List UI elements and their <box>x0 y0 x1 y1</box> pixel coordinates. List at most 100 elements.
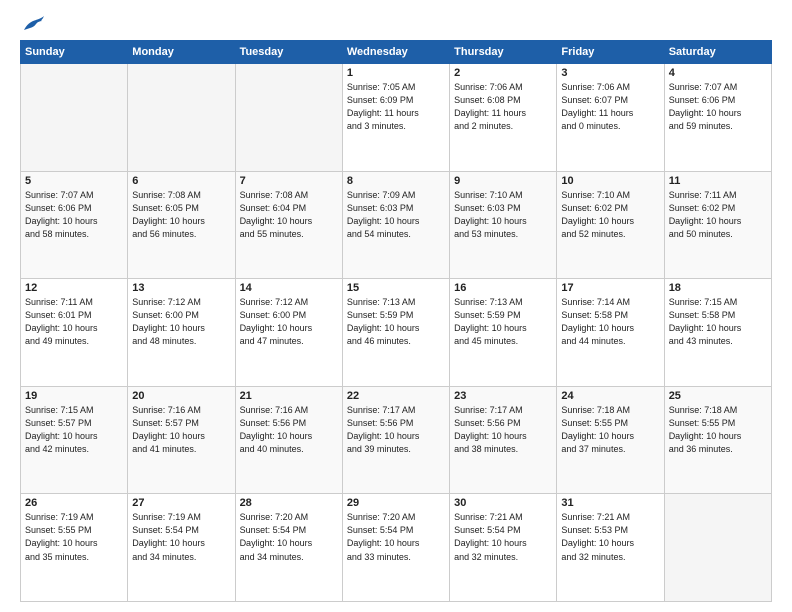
day-number: 6 <box>132 175 230 187</box>
calendar-day-header: Friday <box>557 41 664 64</box>
day-number: 21 <box>240 390 338 402</box>
calendar-week-row: 5 Sunrise: 7:07 AM Sunset: 6:06 PM Daylig… <box>21 171 772 279</box>
logo <box>20 16 44 34</box>
day-info: Sunrise: 7:19 AM Sunset: 5:54 PM Dayligh… <box>132 511 230 563</box>
calendar-cell: 16 Sunrise: 7:13 AM Sunset: 5:59 PM Dayli… <box>450 279 557 387</box>
day-info: Sunrise: 7:08 AM Sunset: 6:04 PM Dayligh… <box>240 189 338 241</box>
calendar-cell: 30 Sunrise: 7:21 AM Sunset: 5:54 PM Dayli… <box>450 494 557 602</box>
day-info: Sunrise: 7:12 AM Sunset: 6:00 PM Dayligh… <box>240 296 338 348</box>
calendar-cell <box>235 64 342 172</box>
calendar-cell <box>128 64 235 172</box>
day-number: 31 <box>561 497 659 509</box>
calendar-day-header: Saturday <box>664 41 771 64</box>
day-number: 13 <box>132 282 230 294</box>
calendar-cell: 19 Sunrise: 7:15 AM Sunset: 5:57 PM Dayli… <box>21 386 128 494</box>
day-info: Sunrise: 7:14 AM Sunset: 5:58 PM Dayligh… <box>561 296 659 348</box>
calendar-cell: 14Sunrise: 7:12 AM Sunset: 6:00 PM Dayli… <box>235 279 342 387</box>
day-number: 27 <box>132 497 230 509</box>
day-info: Sunrise: 7:10 AM Sunset: 6:03 PM Dayligh… <box>454 189 552 241</box>
calendar-cell: 2 Sunrise: 7:06 AM Sunset: 6:08 PM Daylig… <box>450 64 557 172</box>
day-info: Sunrise: 7:16 AM Sunset: 5:57 PM Dayligh… <box>132 404 230 456</box>
calendar-cell: 1 Sunrise: 7:05 AM Sunset: 6:09 PM Daylig… <box>342 64 449 172</box>
day-info: Sunrise: 7:11 AM Sunset: 6:01 PM Dayligh… <box>25 296 123 348</box>
day-number: 24 <box>561 390 659 402</box>
day-number: 8 <box>347 175 445 187</box>
day-number: 1 <box>347 67 445 79</box>
day-number: 3 <box>561 67 659 79</box>
day-info: Sunrise: 7:06 AM Sunset: 6:08 PM Dayligh… <box>454 81 552 133</box>
page: SundayMondayTuesdayWednesdayThursdayFrid… <box>0 0 792 612</box>
calendar-day-header: Sunday <box>21 41 128 64</box>
day-number: 30 <box>454 497 552 509</box>
calendar-week-row: 26 Sunrise: 7:19 AM Sunset: 5:55 PM Dayli… <box>21 494 772 602</box>
calendar-cell: 27 Sunrise: 7:19 AM Sunset: 5:54 PM Dayli… <box>128 494 235 602</box>
day-info: Sunrise: 7:07 AM Sunset: 6:06 PM Dayligh… <box>669 81 767 133</box>
day-info: Sunrise: 7:05 AM Sunset: 6:09 PM Dayligh… <box>347 81 445 133</box>
calendar-cell: 3 Sunrise: 7:06 AM Sunset: 6:07 PM Daylig… <box>557 64 664 172</box>
calendar-cell: 10 Sunrise: 7:10 AM Sunset: 6:02 PM Dayli… <box>557 171 664 279</box>
day-number: 5 <box>25 175 123 187</box>
calendar-cell <box>664 494 771 602</box>
day-number: 28 <box>240 497 338 509</box>
day-info: Sunrise: 7:17 AM Sunset: 5:56 PM Dayligh… <box>347 404 445 456</box>
day-info: Sunrise: 7:12 AM Sunset: 6:00 PM Dayligh… <box>132 296 230 348</box>
calendar-cell: 31 Sunrise: 7:21 AM Sunset: 5:53 PM Dayli… <box>557 494 664 602</box>
calendar-cell: 23 Sunrise: 7:17 AM Sunset: 5:56 PM Dayli… <box>450 386 557 494</box>
calendar-header-row: SundayMondayTuesdayWednesdayThursdayFrid… <box>21 41 772 64</box>
day-info: Sunrise: 7:15 AM Sunset: 5:58 PM Dayligh… <box>669 296 767 348</box>
calendar-cell: 22 Sunrise: 7:17 AM Sunset: 5:56 PM Dayli… <box>342 386 449 494</box>
day-info: Sunrise: 7:21 AM Sunset: 5:54 PM Dayligh… <box>454 511 552 563</box>
day-number: 2 <box>454 67 552 79</box>
calendar-week-row: 19 Sunrise: 7:15 AM Sunset: 5:57 PM Dayli… <box>21 386 772 494</box>
day-info: Sunrise: 7:20 AM Sunset: 5:54 PM Dayligh… <box>347 511 445 563</box>
calendar-cell: 28 Sunrise: 7:20 AM Sunset: 5:54 PM Dayli… <box>235 494 342 602</box>
day-info: Sunrise: 7:13 AM Sunset: 5:59 PM Dayligh… <box>454 296 552 348</box>
day-info: Sunrise: 7:18 AM Sunset: 5:55 PM Dayligh… <box>561 404 659 456</box>
calendar-day-header: Thursday <box>450 41 557 64</box>
day-info: Sunrise: 7:06 AM Sunset: 6:07 PM Dayligh… <box>561 81 659 133</box>
day-info: Sunrise: 7:15 AM Sunset: 5:57 PM Dayligh… <box>25 404 123 456</box>
day-info: Sunrise: 7:19 AM Sunset: 5:55 PM Dayligh… <box>25 511 123 563</box>
calendar-cell: 5 Sunrise: 7:07 AM Sunset: 6:06 PM Daylig… <box>21 171 128 279</box>
calendar-table: SundayMondayTuesdayWednesdayThursdayFrid… <box>20 40 772 602</box>
day-info: Sunrise: 7:09 AM Sunset: 6:03 PM Dayligh… <box>347 189 445 241</box>
day-info: Sunrise: 7:13 AM Sunset: 5:59 PM Dayligh… <box>347 296 445 348</box>
day-info: Sunrise: 7:11 AM Sunset: 6:02 PM Dayligh… <box>669 189 767 241</box>
day-number: 26 <box>25 497 123 509</box>
calendar-cell: 4Sunrise: 7:07 AM Sunset: 6:06 PM Daylig… <box>664 64 771 172</box>
day-number: 22 <box>347 390 445 402</box>
calendar-week-row: 1 Sunrise: 7:05 AM Sunset: 6:09 PM Daylig… <box>21 64 772 172</box>
day-number: 23 <box>454 390 552 402</box>
calendar-cell <box>21 64 128 172</box>
day-number: 12 <box>25 282 123 294</box>
day-info: Sunrise: 7:10 AM Sunset: 6:02 PM Dayligh… <box>561 189 659 241</box>
calendar-week-row: 12 Sunrise: 7:11 AM Sunset: 6:01 PM Dayli… <box>21 279 772 387</box>
day-number: 20 <box>132 390 230 402</box>
day-info: Sunrise: 7:21 AM Sunset: 5:53 PM Dayligh… <box>561 511 659 563</box>
calendar-cell: 8 Sunrise: 7:09 AM Sunset: 6:03 PM Daylig… <box>342 171 449 279</box>
day-number: 19 <box>25 390 123 402</box>
day-number: 11 <box>669 175 767 187</box>
day-number: 25 <box>669 390 767 402</box>
calendar-cell: 6 Sunrise: 7:08 AM Sunset: 6:05 PM Daylig… <box>128 171 235 279</box>
day-number: 10 <box>561 175 659 187</box>
calendar-cell: 12 Sunrise: 7:11 AM Sunset: 6:01 PM Dayli… <box>21 279 128 387</box>
day-number: 16 <box>454 282 552 294</box>
day-info: Sunrise: 7:17 AM Sunset: 5:56 PM Dayligh… <box>454 404 552 456</box>
calendar-cell: 18 Sunrise: 7:15 AM Sunset: 5:58 PM Dayli… <box>664 279 771 387</box>
day-info: Sunrise: 7:08 AM Sunset: 6:05 PM Dayligh… <box>132 189 230 241</box>
calendar-cell: 26 Sunrise: 7:19 AM Sunset: 5:55 PM Dayli… <box>21 494 128 602</box>
day-number: 29 <box>347 497 445 509</box>
header <box>20 16 772 34</box>
day-number: 18 <box>669 282 767 294</box>
calendar-cell: 24 Sunrise: 7:18 AM Sunset: 5:55 PM Dayli… <box>557 386 664 494</box>
day-info: Sunrise: 7:16 AM Sunset: 5:56 PM Dayligh… <box>240 404 338 456</box>
day-info: Sunrise: 7:20 AM Sunset: 5:54 PM Dayligh… <box>240 511 338 563</box>
calendar-cell: 11 Sunrise: 7:11 AM Sunset: 6:02 PM Dayli… <box>664 171 771 279</box>
calendar-cell: 25Sunrise: 7:18 AM Sunset: 5:55 PM Dayli… <box>664 386 771 494</box>
day-info: Sunrise: 7:07 AM Sunset: 6:06 PM Dayligh… <box>25 189 123 241</box>
day-number: 15 <box>347 282 445 294</box>
calendar-cell: 17Sunrise: 7:14 AM Sunset: 5:58 PM Dayli… <box>557 279 664 387</box>
calendar-cell: 15 Sunrise: 7:13 AM Sunset: 5:59 PM Dayli… <box>342 279 449 387</box>
calendar-cell: 7Sunrise: 7:08 AM Sunset: 6:04 PM Daylig… <box>235 171 342 279</box>
